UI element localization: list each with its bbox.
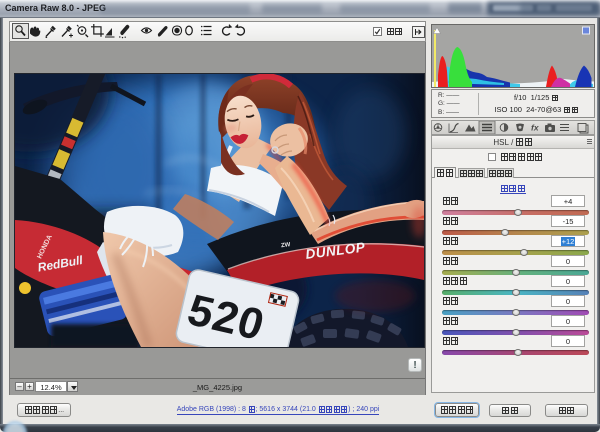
svg-text:fx: fx <box>531 123 540 133</box>
svg-text:ZW: ZW <box>281 242 291 249</box>
